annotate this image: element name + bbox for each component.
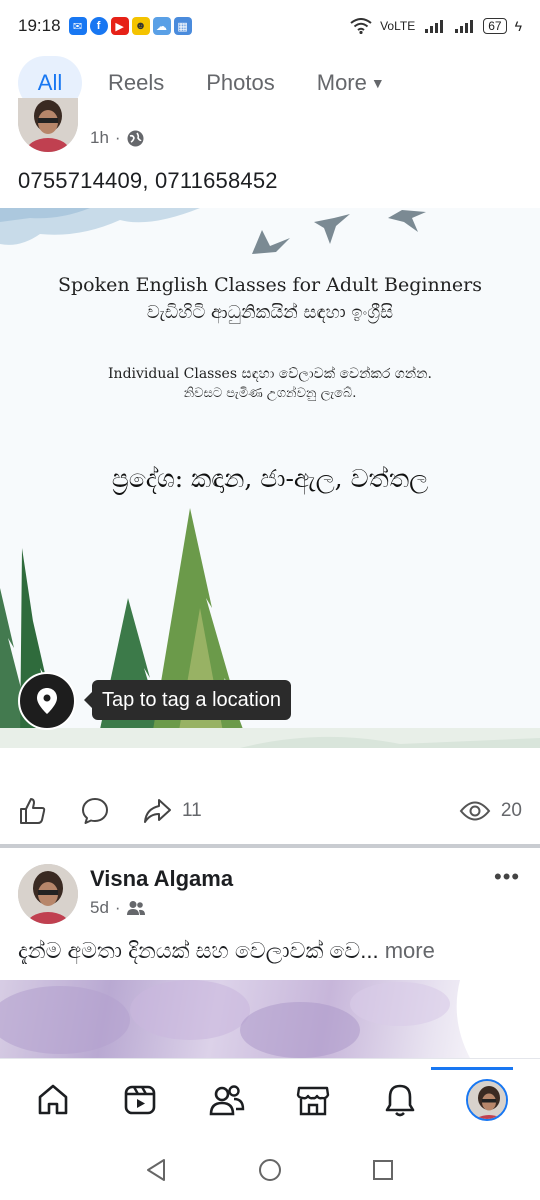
- view-count: 20: [459, 800, 522, 822]
- nav-video[interactable]: [110, 1070, 170, 1130]
- calendar-icon: ▦: [173, 17, 192, 35]
- location-pin-icon: [37, 688, 57, 714]
- game-icon: ☻: [131, 17, 150, 35]
- post-meta: 1h ·: [90, 128, 144, 148]
- post-time: 1h: [90, 128, 109, 147]
- back-icon[interactable]: [144, 1157, 170, 1183]
- avatar[interactable]: [18, 864, 78, 924]
- marketplace-icon: [297, 1086, 330, 1115]
- post-actions: 11 20: [0, 786, 540, 836]
- image-line-2: Individual Classes සඳහා වේලාවක් වෙන්කර ග…: [108, 366, 432, 382]
- tab-photos[interactable]: Photos: [190, 56, 291, 110]
- video-icon: [124, 1085, 156, 1114]
- post-divider: [0, 844, 540, 848]
- post-image[interactable]: Spoken English Classes for Adult Beginne…: [0, 208, 540, 748]
- globe-icon: [127, 130, 144, 146]
- image-subtitle: වැඩිහිටි ආධුනිකයින් සඳහා ඉංග්‍රීසි: [146, 302, 394, 323]
- post-author[interactable]: Visna Algama: [90, 866, 233, 892]
- active-tab-indicator: [430, 1066, 513, 1070]
- view-count-value: 20: [500, 800, 522, 821]
- signal-icon-2: [455, 20, 474, 33]
- youtube-icon: ▶: [110, 17, 129, 35]
- friends-icon: [126, 901, 145, 915]
- bottom-nav: [0, 1058, 540, 1140]
- image-region: ප්‍රදේශ: කඳාන, ජා-ඇල, වත්තල: [111, 464, 429, 493]
- more-options-button[interactable]: •••: [494, 864, 520, 890]
- battery-indicator: 67: [483, 18, 507, 34]
- image-title: Spoken English Classes for Adult Beginne…: [57, 274, 483, 296]
- volte-label: VoLTE: [380, 19, 416, 33]
- post-text: 0755714409, 0711658452: [18, 168, 278, 193]
- share-button[interactable]: 11: [142, 796, 202, 826]
- comment-icon: [82, 798, 108, 824]
- friends-nav-icon: [209, 1084, 244, 1115]
- nav-marketplace[interactable]: [283, 1070, 343, 1130]
- tag-location-tooltip[interactable]: Tap to tag a location: [83, 680, 292, 720]
- bell-icon: [385, 1084, 415, 1116]
- post-image[interactable]: [0, 980, 540, 1058]
- post-text: දැන්ම අමතා දිනයක් සහ වෙලාවක් වෙ... more: [18, 938, 528, 964]
- status-time: 19:18: [18, 16, 61, 35]
- status-right: VoLTE 67 ϟ: [350, 18, 522, 34]
- like-button[interactable]: [18, 796, 48, 826]
- comment-button[interactable]: [80, 796, 110, 826]
- post-header: 1h ·: [0, 98, 540, 160]
- home-button-icon[interactable]: [257, 1157, 283, 1183]
- post-time: 5d: [90, 898, 109, 917]
- watercolor-image: [0, 980, 540, 1058]
- see-more-link[interactable]: more: [385, 938, 435, 963]
- profile-avatar: [465, 1078, 508, 1121]
- home-icon: [39, 1084, 68, 1114]
- eye-icon: [459, 801, 491, 821]
- share-count: 11: [182, 800, 202, 821]
- wifi-icon: [350, 18, 372, 34]
- messenger-icon: ✉: [68, 17, 87, 35]
- post-meta: 5d ·: [90, 898, 145, 918]
- nav-notifications[interactable]: [370, 1070, 430, 1130]
- signal-icon: [425, 20, 444, 33]
- cloud-icon: ☁: [152, 17, 171, 35]
- tab-more[interactable]: More ▼: [301, 56, 401, 110]
- filter-tabs: All Reels Photos More ▼: [0, 56, 540, 110]
- status-bar: 19:18 ✉ f ▶ ☻ ☁ ▦ VoLTE 67 ϟ: [0, 0, 540, 52]
- tab-reels[interactable]: Reels: [92, 56, 180, 110]
- post-text-content: දැන්ම අමතා දිනයක් සහ වෙලාවක් වෙ...: [18, 938, 379, 963]
- charging-icon: ϟ: [514, 18, 522, 34]
- system-nav: [0, 1140, 540, 1200]
- share-icon: [144, 799, 171, 823]
- nav-friends[interactable]: [197, 1070, 257, 1130]
- caret-down-icon: ▼: [370, 75, 385, 91]
- tag-location-button[interactable]: [18, 672, 76, 730]
- recents-icon[interactable]: [370, 1157, 396, 1183]
- nav-home[interactable]: [23, 1070, 83, 1130]
- thumbs-up-icon: [20, 798, 46, 824]
- notification-icons: ✉ f ▶ ☻ ☁ ▦: [68, 17, 192, 35]
- image-line-3: නිවසට පැමිණ උගන්වනු ලැබේ.: [183, 386, 357, 401]
- tab-more-label: More: [316, 70, 367, 95]
- avatar[interactable]: [18, 98, 78, 152]
- nav-profile[interactable]: [430, 1066, 517, 1130]
- facebook-icon: f: [89, 17, 108, 35]
